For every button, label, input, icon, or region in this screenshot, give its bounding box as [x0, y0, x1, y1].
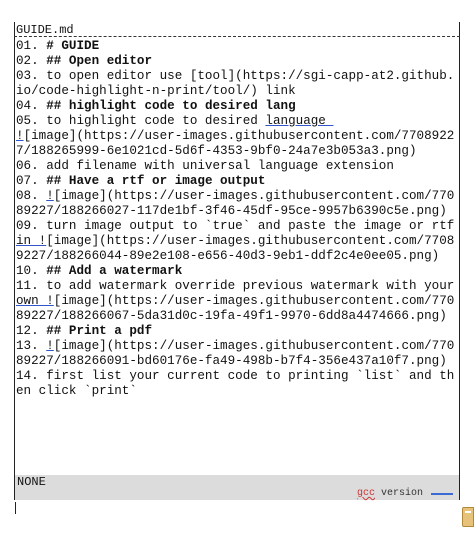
file-title: GUIDE.md: [14, 23, 460, 37]
line-text: 12.: [16, 324, 47, 338]
spellcheck-flagged-text: !: [46, 339, 54, 353]
status-language: NONE: [17, 475, 46, 489]
code-line[interactable]: 14. first list your current code to prin…: [16, 369, 460, 399]
version-input[interactable]: [431, 493, 453, 495]
line-text: [image](https://user-images.githubuserco…: [16, 189, 455, 218]
gcc-label: gcc: [356, 488, 375, 499]
line-text: [image](https://user-images.githubuserco…: [16, 129, 455, 158]
code-line[interactable]: ![image](https://user-images.githubuserc…: [16, 129, 460, 159]
line-text: 10.: [16, 264, 47, 278]
spellcheck-flagged-text: in !: [16, 234, 47, 248]
line-text: [image](https://user-images.githubuserco…: [16, 339, 455, 368]
spellcheck-flagged-text: !: [16, 129, 24, 143]
code-line[interactable]: 12. ## Print a pdf: [16, 324, 460, 339]
line-text: 04.: [16, 99, 47, 113]
heading-text: ## Have a rtf or image output: [46, 174, 266, 188]
line-text: 05. to highlight code to desired: [16, 114, 266, 128]
line-text: 07.: [16, 174, 47, 188]
heading-text: ## highlight code to desired lang: [46, 99, 296, 113]
code-line[interactable]: 09. turn image output to `true` and past…: [16, 219, 460, 264]
line-text: [image](https://user-images.githubuserco…: [16, 234, 455, 263]
code-line[interactable]: 01. # GUIDE: [16, 39, 460, 54]
code-line[interactable]: 06. add filename with universal language…: [16, 159, 460, 174]
code-lines[interactable]: 01. # GUIDE 02. ## Open editor 03. to open…: [16, 39, 460, 399]
spellcheck-flagged-text: !: [46, 189, 54, 203]
status-version: gcc version: [357, 488, 453, 500]
line-text: 14. first list your current code to prin…: [16, 369, 455, 398]
code-line[interactable]: 07. ## Have a rtf or image output: [16, 174, 460, 189]
code-line[interactable]: 13. ![image](https://user-images.githubu…: [16, 339, 460, 369]
line-text: 13.: [16, 339, 47, 353]
line-text: 09. turn image output to `true` and past…: [16, 219, 462, 233]
line-text: 06. add filename with universal language…: [16, 159, 394, 173]
code-line[interactable]: 08. ![image](https://user-images.githubu…: [16, 189, 460, 219]
line-text: 02.: [16, 54, 47, 68]
version-label: version: [374, 488, 429, 499]
text-cursor: [15, 502, 16, 514]
line-text: 08.: [16, 189, 47, 203]
code-line[interactable]: 04. ## highlight code to desired lang: [16, 99, 460, 114]
code-line[interactable]: 11. to add watermark override previous w…: [16, 279, 460, 324]
heading-text: ## Print a pdf: [46, 324, 153, 338]
code-line[interactable]: 02. ## Open editor: [16, 54, 460, 69]
code-line[interactable]: 03. to open editor use [tool](https://sg…: [16, 69, 460, 99]
code-line[interactable]: 10. ## Add a watermark: [16, 264, 460, 279]
heading-text: ## Open editor: [46, 54, 153, 68]
line-text: 11. to add watermark override previous w…: [16, 279, 462, 293]
line-text: [image](https://user-images.githubuserco…: [16, 294, 455, 323]
folder-icon[interactable]: [462, 507, 474, 527]
code-line[interactable]: 05. to highlight code to desired languag…: [16, 114, 460, 129]
spellcheck-flagged-text: own !: [16, 294, 54, 308]
spellcheck-flagged-text: language: [265, 114, 334, 128]
line-text: 01.: [16, 39, 47, 53]
heading-text: ## Add a watermark: [46, 264, 183, 278]
heading-text: # GUIDE: [46, 39, 100, 53]
status-bar: NONE gcc version: [14, 475, 460, 500]
line-text: 03. to open editor use [tool](https://sg…: [16, 69, 455, 98]
